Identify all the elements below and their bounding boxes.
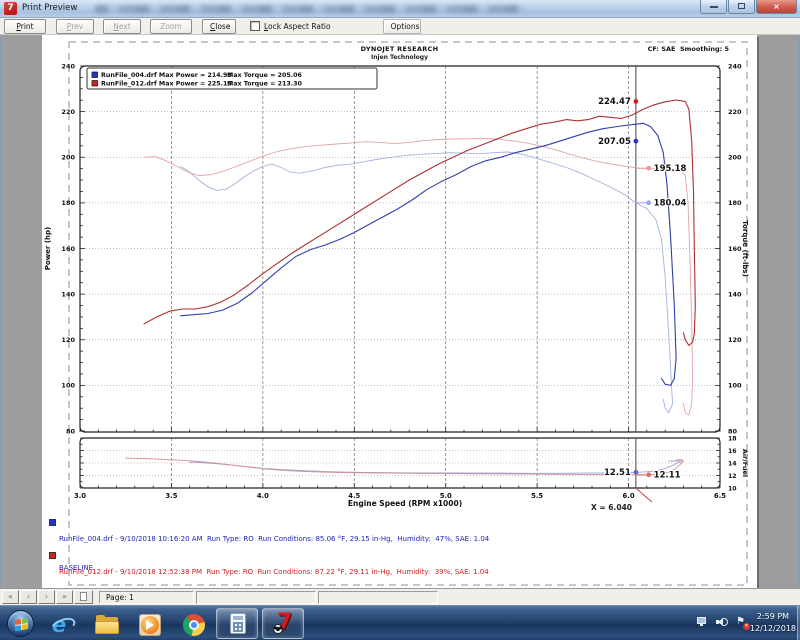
start-button[interactable] xyxy=(7,610,34,637)
run2-file-line: RunFile_012.drf - 9/10/2018 12:52:38 PM … xyxy=(59,568,489,578)
xaxis-title: Engine Speed (RPM x1000) xyxy=(305,499,505,508)
status-cell-empty-1 xyxy=(196,591,316,604)
dynojet-icon: 7 xyxy=(273,612,297,636)
svg-text:Air/Fuel: Air/Fuel xyxy=(741,449,749,477)
lock-aspect-ratio-label[interactable]: Lock Aspect Ratio xyxy=(264,22,331,31)
svg-text:RunFile_004.drf Max Power = 21: RunFile_004.drf Max Power = 214.93 xyxy=(101,72,232,79)
print-preview-toolbar: Print Prev Next Zoom Out Close Lock Aspe… xyxy=(0,18,800,35)
maximize-icon xyxy=(738,3,745,9)
next-page-button[interactable]: › xyxy=(38,590,55,604)
svg-text:240: 240 xyxy=(61,62,75,70)
page-number-cell: Page: 1 xyxy=(99,591,194,604)
svg-text:220: 220 xyxy=(61,108,75,116)
page-setup-button[interactable] xyxy=(74,590,93,604)
svg-text:180: 180 xyxy=(61,199,75,207)
svg-text:200: 200 xyxy=(61,154,75,162)
window-title: Print Preview xyxy=(22,3,77,13)
close-window-button[interactable]: × xyxy=(756,0,797,14)
run1-file-line: RunFile_004.drf - 9/10/2018 10:16:20 AM … xyxy=(59,535,489,545)
svg-text:Max Torque = 205.06: Max Torque = 205.06 xyxy=(227,72,302,79)
svg-text:160: 160 xyxy=(728,245,742,253)
calculator-icon xyxy=(226,612,250,636)
media-player-icon[interactable] xyxy=(138,613,162,637)
svg-text:RunFile_012.drf Max Power = 22: RunFile_012.drf Max Power = 225.15 xyxy=(101,81,232,88)
svg-text:14: 14 xyxy=(728,460,737,467)
svg-text:12: 12 xyxy=(728,473,737,480)
options-button[interactable]: Options xyxy=(383,19,421,34)
last-page-button[interactable]: » xyxy=(56,590,73,604)
svg-text:Power (hp): Power (hp) xyxy=(44,227,52,270)
prev-button[interactable]: Prev xyxy=(56,19,94,34)
svg-text:16: 16 xyxy=(728,448,737,455)
status-bar: « ‹ › » Page: 1 xyxy=(0,588,800,605)
svg-text:224.47: 224.47 xyxy=(598,97,631,107)
next-button[interactable]: Next xyxy=(103,19,141,34)
svg-text:80: 80 xyxy=(728,427,738,435)
blurred-document-path xyxy=(95,5,525,13)
svg-text:140: 140 xyxy=(728,290,742,298)
svg-text:5.5: 5.5 xyxy=(531,492,543,500)
document-icon xyxy=(80,592,87,601)
zoom-out-button[interactable]: Zoom Out xyxy=(150,19,192,34)
svg-text:Max Torque = 213.30: Max Torque = 213.30 xyxy=(227,81,302,88)
title-bar: 7 Print Preview × xyxy=(0,0,800,18)
print-button[interactable]: Print xyxy=(4,19,46,34)
network-icon[interactable] xyxy=(697,617,708,627)
app-icon: 7 xyxy=(4,2,17,15)
svg-text:80: 80 xyxy=(66,427,76,435)
svg-text:180: 180 xyxy=(728,199,742,207)
cursor-readout: X = 6.040 xyxy=(591,503,632,512)
svg-text:195.18: 195.18 xyxy=(654,164,687,174)
close-preview-button[interactable]: Close xyxy=(202,19,236,34)
svg-text:240: 240 xyxy=(728,62,742,70)
svg-text:160: 160 xyxy=(61,245,75,253)
svg-text:120: 120 xyxy=(61,336,75,344)
svg-text:12.51: 12.51 xyxy=(604,468,631,478)
clock-time: 2:59 PM xyxy=(750,611,796,623)
screen: { "window": { "title": "Print Preview" }… xyxy=(0,0,800,640)
svg-text:3.5: 3.5 xyxy=(165,492,177,500)
calculator-taskbar-button[interactable] xyxy=(216,608,258,639)
svg-text:180.04: 180.04 xyxy=(654,199,687,209)
minimize-icon xyxy=(710,6,718,8)
svg-text:6.0: 6.0 xyxy=(623,492,635,500)
minimize-button[interactable] xyxy=(700,0,727,14)
file-explorer-icon[interactable] xyxy=(95,613,119,637)
play-icon xyxy=(146,620,154,630)
first-page-button[interactable]: « xyxy=(2,590,19,604)
volume-icon[interactable] xyxy=(716,617,728,627)
lock-aspect-ratio-checkbox[interactable] xyxy=(250,21,260,31)
svg-text:12.11: 12.11 xyxy=(654,471,681,481)
svg-text:200: 200 xyxy=(728,154,742,162)
run1-swatch xyxy=(49,519,56,526)
dynojet-taskbar-button[interactable]: 7 xyxy=(262,608,304,639)
svg-text:120: 120 xyxy=(728,336,742,344)
svg-text:100: 100 xyxy=(61,382,75,390)
action-center-flag-icon[interactable]: ⚑✕ xyxy=(736,617,748,628)
run2-swatch xyxy=(49,552,56,559)
svg-text:10: 10 xyxy=(728,485,737,492)
svg-text:4.0: 4.0 xyxy=(257,492,269,500)
preview-area: DYNOJET RESEARCH Injen Technology CF: SA… xyxy=(0,35,800,588)
clock-date: 12/12/2018 xyxy=(750,623,796,635)
svg-text:100: 100 xyxy=(728,382,742,390)
windows-flag-icon xyxy=(15,618,28,631)
internet-explorer-icon[interactable]: e xyxy=(52,613,76,637)
svg-text:6.5: 6.5 xyxy=(714,492,726,500)
svg-text:140: 140 xyxy=(61,290,75,298)
prev-page-button[interactable]: ‹ xyxy=(20,590,37,604)
svg-text:3.0: 3.0 xyxy=(74,492,86,500)
system-tray: ⚑✕ xyxy=(697,617,748,628)
svg-text:Torque (ft-lbs): Torque (ft-lbs) xyxy=(741,220,749,277)
status-cell-empty-2 xyxy=(318,591,438,604)
maximize-button[interactable] xyxy=(728,0,755,14)
chrome-icon[interactable] xyxy=(182,613,206,637)
report-page: DYNOJET RESEARCH Injen Technology CF: SA… xyxy=(42,35,757,588)
svg-text:207.05: 207.05 xyxy=(598,137,631,147)
taskbar-clock[interactable]: 2:59 PM 12/12/2018 xyxy=(750,611,796,635)
svg-text:220: 220 xyxy=(728,108,742,116)
taskbar: e 7 ⚑✕ 2:59 PM 12/12/2018 xyxy=(0,605,800,640)
svg-text:18: 18 xyxy=(728,435,737,442)
